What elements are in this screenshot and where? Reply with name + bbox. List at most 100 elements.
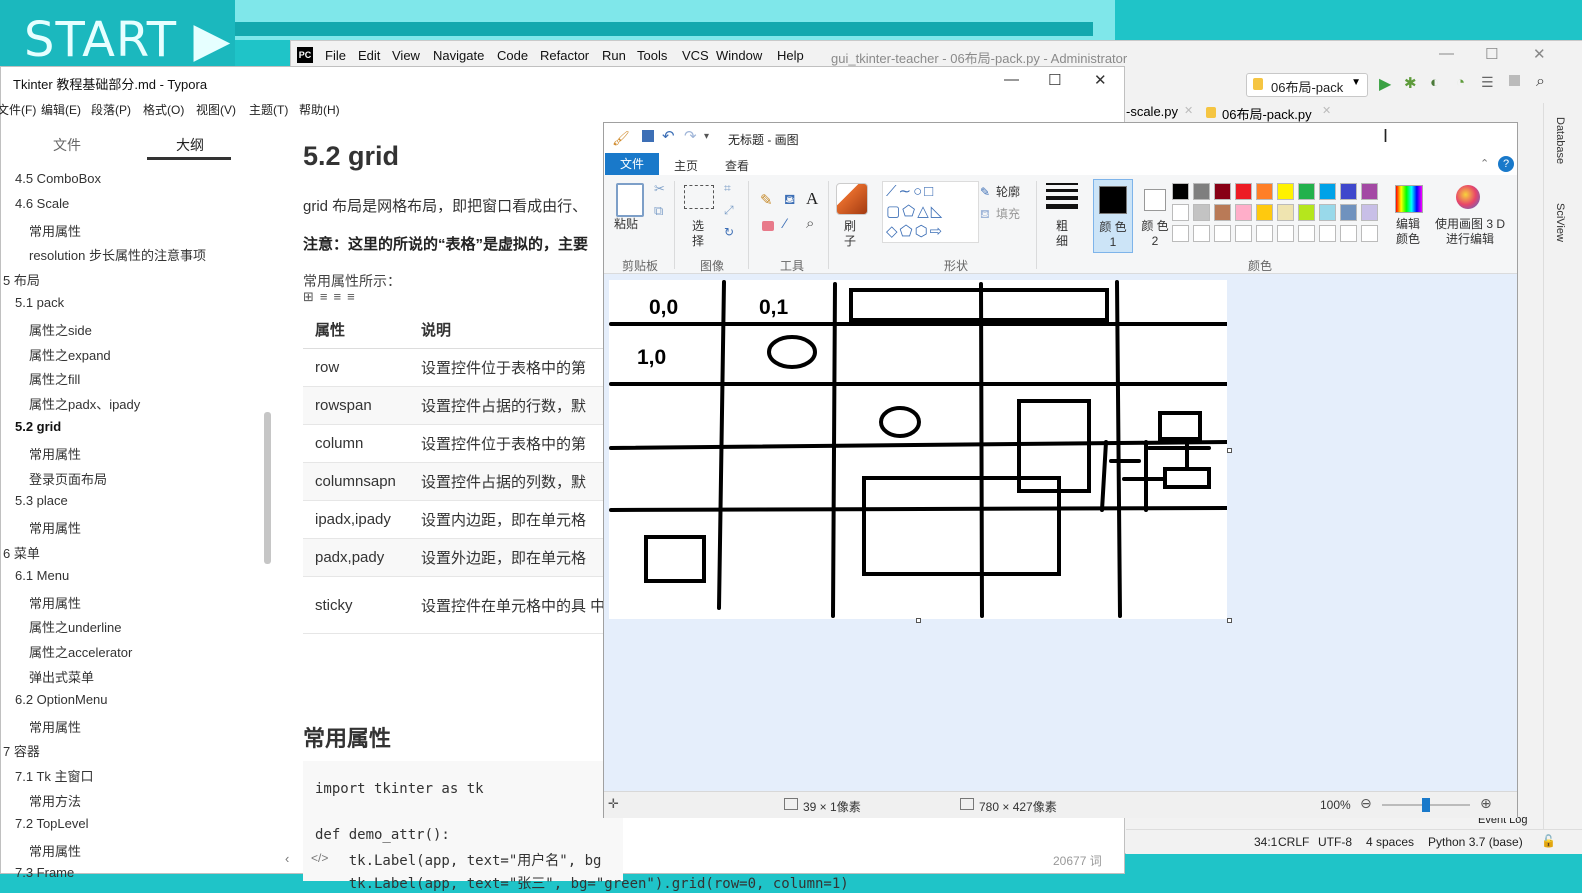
outline-item[interactable]: 属性之side (29, 320, 92, 339)
palette-color-swatch[interactable] (1277, 204, 1294, 221)
outline-item[interactable]: 常用属性 (29, 518, 81, 537)
palette-color-swatch[interactable] (1214, 204, 1231, 221)
fill-button[interactable]: 填充 (996, 207, 1020, 222)
size-button[interactable]: 粗 细 (1056, 219, 1068, 249)
outline-icon[interactable]: ✎ (980, 185, 990, 199)
brush-icon[interactable] (836, 183, 868, 215)
tab-view[interactable]: 查看 (725, 157, 749, 174)
tool-sciview[interactable]: SciView (1554, 203, 1566, 242)
palette-color-swatch[interactable] (1361, 183, 1378, 200)
tab-close-icon[interactable]: ✕ (1322, 104, 1331, 117)
outline-item[interactable]: 属性之underline (29, 617, 122, 636)
palette-color-swatch[interactable] (1298, 183, 1315, 200)
outline-item[interactable]: 5.1 pack (15, 295, 64, 310)
select-button[interactable]: 选 择 (692, 219, 704, 249)
palette-color-swatch[interactable] (1193, 204, 1210, 221)
outline-item[interactable]: 弹出式菜单 (29, 667, 94, 686)
menu-help[interactable]: 帮助(H) (299, 101, 340, 118)
help-icon[interactable]: ? (1498, 156, 1514, 172)
palette-color-swatch[interactable] (1319, 183, 1336, 200)
menu-view[interactable]: View (392, 48, 420, 63)
outline-item[interactable]: 5.3 place (15, 493, 68, 508)
zoom-slider-thumb[interactable] (1422, 798, 1430, 812)
palette-color-swatch[interactable] (1172, 183, 1189, 200)
rotate-icon[interactable]: ↻ (724, 225, 734, 239)
menu-edit[interactable]: 编辑(E) (41, 101, 81, 118)
tool-database[interactable]: Database (1554, 117, 1566, 164)
canvas-resize-handle[interactable] (1227, 448, 1232, 453)
paint3d-button[interactable]: 使用画图 3 D 进行编辑 (1430, 217, 1510, 247)
drawing-canvas[interactable]: 0,0 0,1 1,0 (609, 280, 1227, 619)
rounded-rect-shape-icon[interactable]: ▢⬠△◺ (886, 203, 944, 220)
palette-color-swatch[interactable] (1319, 225, 1336, 242)
maximize-icon[interactable]: ☐ (1485, 45, 1498, 63)
outline-button[interactable]: 轮廓 (996, 185, 1020, 200)
quick-access-dropdown-icon[interactable]: ▾ (704, 131, 709, 142)
minimize-icon[interactable]: — (1004, 71, 1019, 88)
palette-color-swatch[interactable] (1172, 204, 1189, 221)
palette-color-swatch[interactable] (1277, 183, 1294, 200)
palette-color-swatch[interactable] (1319, 204, 1336, 221)
menu-vcs[interactable]: VCS (682, 48, 709, 63)
coverage-icon[interactable]: ◐ (1430, 74, 1439, 91)
indent-setting[interactable]: 4 spaces (1366, 835, 1414, 849)
palette-color-swatch[interactable] (1172, 225, 1189, 242)
outline-item[interactable]: 7 容器 (3, 741, 40, 760)
zoom-slider[interactable] (1382, 798, 1470, 812)
size-icon[interactable] (1046, 183, 1078, 209)
copy-icon[interactable]: ⧉ (654, 203, 663, 219)
file-encoding[interactable]: UTF-8 (1318, 835, 1352, 849)
source-mode-icon[interactable]: </> (311, 851, 328, 865)
menu-navigate[interactable]: Navigate (433, 48, 484, 63)
palette-color-swatch[interactable] (1277, 225, 1294, 242)
menu-run[interactable]: Run (602, 48, 626, 63)
eraser-icon[interactable] (762, 221, 774, 231)
outline-item[interactable]: 常用属性 (29, 444, 81, 463)
outline-item[interactable]: 登录页面布局 (29, 469, 107, 488)
color1-button[interactable]: 颜 色 1 (1093, 179, 1133, 253)
outline-item[interactable]: 常用属性 (29, 717, 81, 736)
diamond-shape-icon[interactable]: ◇⬠⬡⇨ (886, 223, 944, 240)
fill-icon[interactable]: ⛾ (980, 207, 990, 223)
palette-color-swatch[interactable] (1235, 225, 1252, 242)
outline-item[interactable]: 属性之fill (29, 369, 80, 388)
menu-theme[interactable]: 主题(T) (249, 101, 288, 118)
outline-item[interactable]: 6.2 OptionMenu (15, 692, 108, 707)
palette-color-swatch[interactable] (1193, 183, 1210, 200)
outline-item[interactable]: 5 布局 (3, 270, 40, 289)
pencil-icon[interactable]: ✎ (760, 191, 773, 209)
outline-item[interactable]: 7.2 TopLevel (15, 816, 89, 831)
text-icon[interactable]: A (806, 189, 818, 209)
close-icon[interactable]: ✕ (1533, 45, 1546, 63)
palette-color-swatch[interactable] (1361, 204, 1378, 221)
menu-refactor[interactable]: Refactor (540, 48, 589, 63)
sidebar-scrollbar[interactable] (264, 412, 271, 564)
outline-item[interactable]: 5.2 grid (15, 419, 61, 434)
canvas-resize-handle[interactable] (916, 618, 921, 623)
lock-icon[interactable]: 🔓 (1541, 834, 1556, 848)
line-shape-icon[interactable]: ⟋∼○□ (886, 183, 935, 200)
palette-color-swatch[interactable] (1340, 204, 1357, 221)
palette-color-swatch[interactable] (1235, 183, 1252, 200)
sidebar-toggle-icon[interactable]: ‹ (285, 851, 289, 866)
table-toolbar[interactable]: ⊞≡≡≡ (303, 289, 361, 305)
paste-icon[interactable] (616, 183, 644, 217)
minimize-icon[interactable]: — (1439, 45, 1454, 62)
menu-help[interactable]: Help (777, 48, 804, 63)
caret-position[interactable]: 34:1 (1254, 835, 1277, 849)
tab-home[interactable]: 主页 (674, 157, 698, 174)
menu-edit[interactable]: Edit (358, 48, 380, 63)
canvas-resize-handle[interactable] (1227, 618, 1232, 623)
outline-item[interactable]: resolution 步长属性的注意事项 (29, 245, 206, 264)
palette-color-swatch[interactable] (1256, 204, 1273, 221)
python-interpreter[interactable]: Python 3.7 (base) (1428, 835, 1523, 849)
menu-file[interactable]: 文件(F) (0, 101, 36, 118)
profile-icon[interactable]: ◔ (1456, 74, 1465, 91)
word-count[interactable]: 20677 词 (1053, 852, 1102, 869)
save-icon[interactable] (642, 130, 654, 142)
crop-icon[interactable]: ⌗ (724, 181, 731, 196)
menu-format[interactable]: 格式(O) (143, 101, 184, 118)
outline-item[interactable]: 常用方法 (29, 791, 81, 810)
outline-item[interactable]: 属性之expand (29, 345, 111, 364)
outline-item[interactable]: 常用属性 (29, 841, 81, 860)
